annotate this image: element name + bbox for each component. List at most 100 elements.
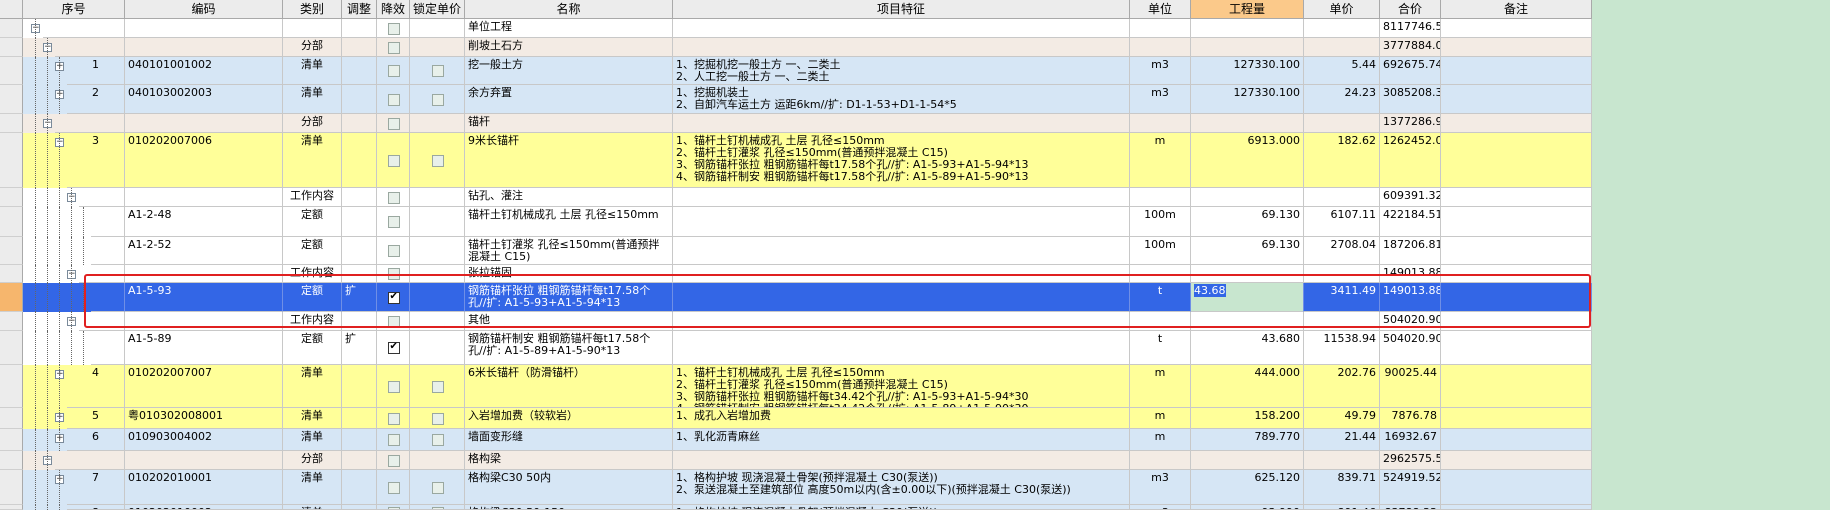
efficiency-checkbox[interactable] [387,117,400,130]
cell-price[interactable]: 5.44 [1304,57,1380,85]
cell-feature[interactable] [673,19,1130,38]
cell-unit[interactable]: m [1130,408,1191,429]
cell-name[interactable]: 单位工程 [465,19,673,38]
row-header[interactable] [0,57,23,85]
cell-code[interactable] [125,265,283,283]
efficiency-checkbox[interactable] [387,154,400,167]
cell-lock[interactable] [410,114,465,133]
cell-code[interactable]: 010202007006 [125,133,283,188]
table-row[interactable]: +7 010202010001 清单 格构梁C30 50内 1、格构护坡 现浇混凝土骨架… [23,470,1592,505]
cell-price[interactable] [1304,114,1380,133]
cell-price[interactable]: 182.62 [1304,133,1380,188]
row-header[interactable] [0,283,23,312]
cell-qty[interactable]: 43.680 [1191,331,1304,365]
efficiency-checkbox[interactable] [387,291,400,304]
cell-name[interactable]: 张拉锚固 [465,265,673,283]
cell-price[interactable] [1304,19,1380,38]
table-row[interactable]: +2 040103002003 清单 余方弃置 1、挖掘机装土 2、自卸汽车运土方 运距… [23,85,1592,114]
cell-drop[interactable] [377,188,410,207]
cell-qty[interactable] [1191,188,1304,207]
efficiency-checkbox[interactable] [387,65,400,77]
cell-unit[interactable] [1130,312,1191,331]
cell-price[interactable]: 24.23 [1304,85,1380,114]
column-header-seq[interactable]: 序号 [23,0,125,19]
cell-unit[interactable]: m [1130,365,1191,408]
cell-feature[interactable] [673,283,1130,312]
cell-remark[interactable] [1441,283,1592,312]
cell-unit[interactable] [1130,19,1191,38]
table-row[interactable]: −3 010202007006 清单 9米长锚杆 1、锚杆土钉机械成孔 土层 孔径≤15… [23,133,1592,188]
cell-lock[interactable] [410,19,465,38]
cell-feature[interactable] [673,207,1130,237]
table-row[interactable]: A1-2-48 定额 锚杆土钉机械成孔 土层 孔径≤150mm 100m 69.130 6… [23,207,1592,237]
cell-feature[interactable]: 1、成孔入岩增加费 [673,408,1130,429]
row-header[interactable] [0,133,23,188]
efficiency-checkbox[interactable] [387,481,400,494]
cell-price[interactable]: 839.71 [1304,470,1380,505]
cell-remark[interactable] [1441,114,1592,133]
cell-price[interactable]: 21.44 [1304,429,1380,451]
cell-qty[interactable]: 93.990 [1191,505,1304,510]
cell-qty[interactable] [1191,265,1304,283]
cell-drop[interactable] [377,207,410,237]
cell-code[interactable] [125,114,283,133]
cell-qty[interactable]: 69.130 [1191,237,1304,265]
cell-remark[interactable] [1441,57,1592,85]
cell-price[interactable]: 202.76 [1304,365,1380,408]
row-header[interactable] [0,188,23,207]
cell-unit[interactable]: m3 [1130,505,1191,510]
cell-name[interactable]: 格构梁C30 50-150 [465,505,673,510]
cell-price[interactable]: 11538.94 [1304,331,1380,365]
row-header[interactable] [0,85,23,114]
cell-lock[interactable] [410,188,465,207]
cell-qty[interactable]: 127330.100 [1191,57,1304,85]
cell-remark[interactable] [1441,133,1592,188]
row-header[interactable] [0,312,23,331]
cell-feature[interactable] [673,188,1130,207]
table-row[interactable]: −分部削坡土石方3777884.06 [23,38,1592,57]
cell-code[interactable]: 粤010302008001 [125,408,283,429]
cell-feature[interactable]: 1、格构护坡 现浇混凝土骨架(预拌混凝土 C30(泵送)) 2、泵送混凝土至建筑… [673,470,1130,505]
cell-unit[interactable]: t [1130,283,1191,312]
table-row[interactable]: − 工作内容 张拉锚固 149013.88 [23,265,1592,283]
cell-code[interactable]: 010903004002 [125,429,283,451]
cell-remark[interactable] [1441,265,1592,283]
cell-code[interactable]: A1-5-93 [125,283,283,312]
table-row[interactable]: +8010202010002清单格构梁C30 50-1501、格构护坡 现浇混凝… [23,505,1592,510]
cell-lock[interactable] [410,38,465,57]
cell-feature[interactable]: 1、格构护坡 现浇混凝土骨架(预拌混凝土 C30(泵送)) [673,505,1130,510]
cell-name[interactable]: 6米长锚杆（防滑锚杆） [465,365,673,408]
cell-drop[interactable] [377,451,410,470]
cell-drop[interactable] [377,470,410,505]
cell-name[interactable]: 余方弃置 [465,85,673,114]
cell-code[interactable]: 040103002003 [125,85,283,114]
cell-unit[interactable]: m3 [1130,85,1191,114]
cell-lock[interactable] [410,283,465,312]
cell-lock[interactable] [410,331,465,365]
cell-drop[interactable] [377,265,410,283]
cell-price[interactable]: 49.79 [1304,408,1380,429]
cell-qty[interactable]: 625.120 [1191,470,1304,505]
efficiency-checkbox[interactable] [387,41,400,54]
cell-feature[interactable] [673,38,1130,57]
efficiency-checkbox[interactable] [387,412,400,425]
table-row[interactable]: − 工作内容 钻孔、灌注 609391.32 [23,188,1592,207]
row-header[interactable] [0,331,23,365]
cell-price[interactable]: 891.46 [1304,505,1380,510]
row-header[interactable] [0,237,23,265]
efficiency-checkbox[interactable] [387,454,400,467]
cell-remark[interactable] [1441,38,1592,57]
cell-lock[interactable] [410,312,465,331]
cell-name[interactable]: 挖一般土方 [465,57,673,85]
cell-drop[interactable] [377,38,410,57]
lock-price-checkbox[interactable] [431,434,444,446]
cell-price[interactable]: 3411.49 [1304,283,1380,312]
table-row[interactable]: −分部格构梁2962575.57 [23,451,1592,470]
cell-lock[interactable] [410,429,465,451]
column-header-code[interactable]: 编码 [125,0,283,19]
cell-name[interactable]: 钢筋锚杆制安 粗钢筋锚杆每t17.58个 孔//扩: A1-5-89+A1-5-… [465,331,673,365]
cell-lock[interactable] [410,207,465,237]
cell-code[interactable] [125,451,283,470]
cell-feature[interactable] [673,237,1130,265]
column-header-feature[interactable]: 项目特征 [673,0,1130,19]
